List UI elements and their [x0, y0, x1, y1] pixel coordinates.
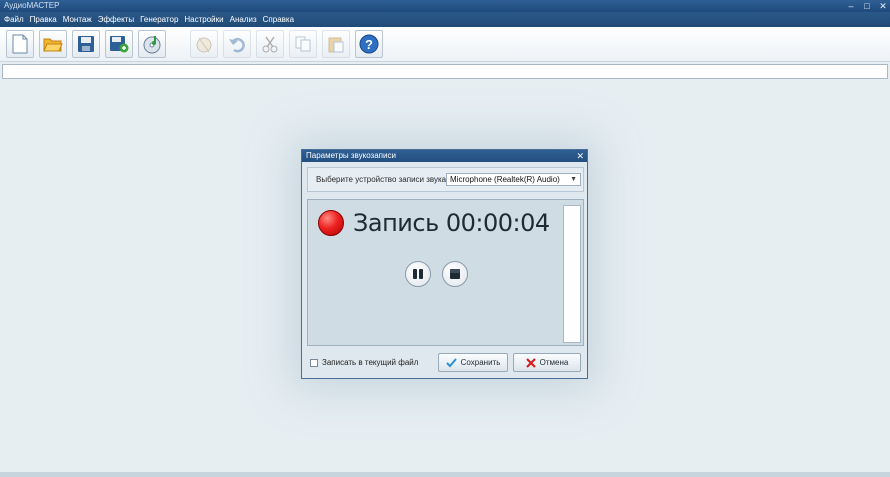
dialog-close-button[interactable]: ✕	[576, 150, 584, 162]
open-folder-icon	[43, 38, 63, 52]
help-button[interactable]: ?	[355, 30, 383, 58]
undo-button[interactable]	[223, 30, 251, 58]
new-file-button[interactable]	[6, 30, 34, 58]
checkmark-icon	[445, 357, 457, 367]
paste-button[interactable]	[322, 30, 350, 58]
menu-generator[interactable]: Генератор	[140, 15, 178, 24]
dialog-title: Параметры звукозаписи	[306, 151, 396, 160]
save-as-button[interactable]	[105, 30, 133, 58]
menu-settings[interactable]: Настройки	[184, 15, 223, 24]
recording-panel: Запись 00:00:04	[307, 199, 584, 346]
pause-icon	[413, 269, 423, 279]
window-controls: – □ ✕	[846, 0, 888, 12]
minimize-button[interactable]: –	[846, 0, 856, 12]
stop-icon	[450, 269, 460, 279]
burn-button[interactable]	[190, 30, 218, 58]
device-select[interactable]: Microphone (Realtek(R) Audio) ▼	[446, 173, 581, 186]
pause-button[interactable]	[405, 261, 431, 287]
chevron-down-icon: ▼	[570, 176, 577, 183]
close-window-button[interactable]: ✕	[878, 0, 888, 12]
record-status: Запись 00:00:04	[353, 209, 550, 237]
stop-button[interactable]	[442, 261, 468, 287]
menu-analysis[interactable]: Анализ	[230, 15, 257, 24]
app-titlebar: АудиоМАСТЕР – □ ✕	[0, 0, 890, 12]
recording-dialog: Параметры звукозаписи ✕ Выберите устройс…	[301, 149, 588, 379]
device-row: Выберите устройство записи звука: Microp…	[307, 167, 584, 192]
menu-effects[interactable]: Эффекты	[98, 15, 134, 24]
status-strip	[0, 472, 890, 477]
copy-icon	[295, 36, 311, 52]
device-label: Выберите устройство записи звука:	[316, 175, 449, 184]
toolbar: ?	[0, 27, 890, 62]
record-cd-icon	[143, 36, 161, 54]
open-file-button[interactable]	[39, 30, 67, 58]
maximize-button[interactable]: □	[862, 0, 872, 12]
cut-button[interactable]	[256, 30, 284, 58]
menu-help[interactable]: Справка	[263, 15, 294, 24]
menu-bar: Файл Правка Монтаж Эффекты Генератор Нас…	[0, 12, 890, 27]
copy-button[interactable]	[289, 30, 317, 58]
dialog-titlebar: Параметры звукозаписи ✕	[302, 150, 587, 162]
path-bar[interactable]	[2, 64, 888, 79]
help-icon: ?	[359, 34, 379, 54]
cancel-dialog-label: Отмена	[539, 358, 569, 367]
cancel-x-icon	[525, 357, 536, 368]
save-as-icon	[110, 36, 129, 53]
save-dialog-label: Сохранить	[460, 358, 501, 367]
record-indicator-icon	[318, 210, 344, 236]
save-button[interactable]	[72, 30, 100, 58]
new-file-icon	[12, 34, 28, 54]
dialog-footer: Записать в текущий файл Сохранить Отмена	[307, 353, 584, 373]
app-title: АудиоМАСТЕР	[4, 1, 60, 10]
paste-icon	[328, 37, 344, 53]
save-icon	[78, 36, 94, 52]
burn-icon	[196, 37, 212, 53]
device-value: Microphone (Realtek(R) Audio)	[450, 175, 560, 184]
undo-icon	[229, 37, 245, 53]
append-checkbox[interactable]	[310, 359, 318, 367]
level-meter	[563, 205, 581, 343]
append-checkbox-label: Записать в текущий файл	[322, 358, 419, 367]
save-dialog-button[interactable]: Сохранить	[438, 353, 508, 372]
record-cd-button[interactable]	[138, 30, 166, 58]
svg-text:?: ?	[365, 37, 373, 52]
menu-edit[interactable]: Правка	[30, 15, 57, 24]
menu-file[interactable]: Файл	[4, 15, 24, 24]
cancel-dialog-button[interactable]: Отмена	[513, 353, 581, 372]
menu-montage[interactable]: Монтаж	[63, 15, 92, 24]
cut-icon	[262, 36, 278, 53]
